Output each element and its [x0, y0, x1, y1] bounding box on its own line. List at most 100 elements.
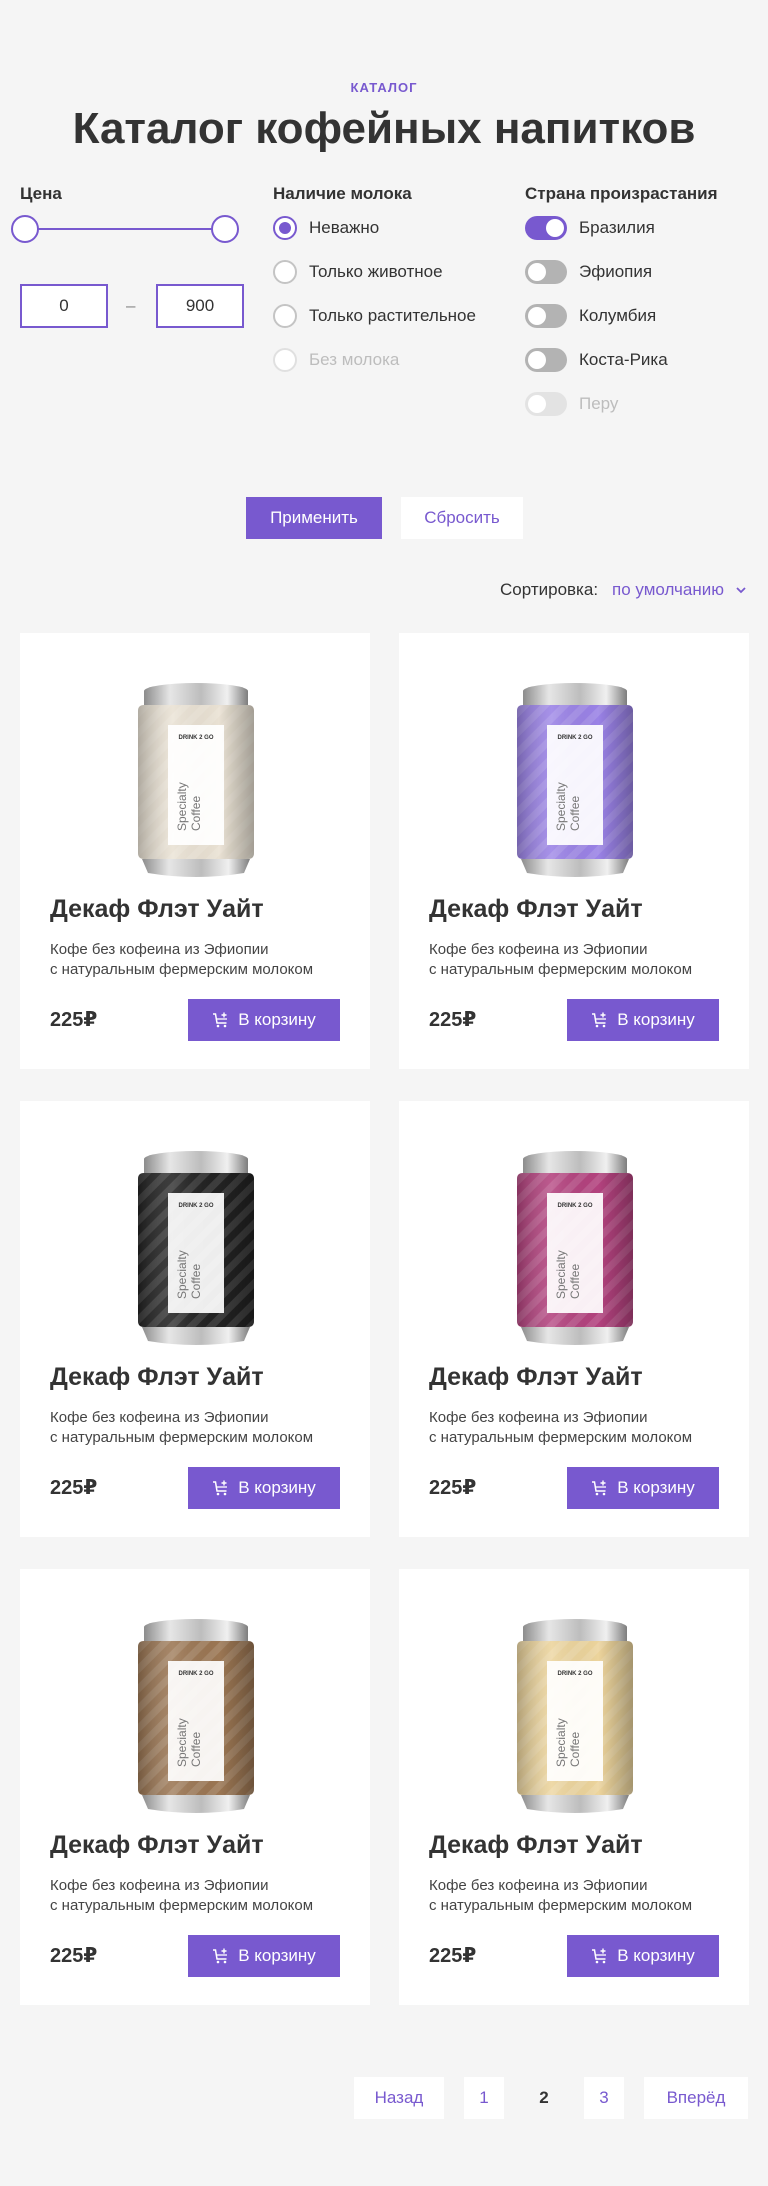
- add-to-cart-button[interactable]: В корзину: [567, 1935, 719, 1977]
- can-label-line1: Specialty: [554, 1718, 568, 1767]
- product-price: 225₽: [429, 1945, 477, 1967]
- price-range-max-thumb[interactable]: [211, 215, 239, 243]
- product-name: Декаф Флэт Уайт: [50, 895, 264, 923]
- product-description-line: с натуральным фермерским молоком: [50, 1897, 314, 1914]
- can-brand-text: DRINK 2 GO: [557, 735, 592, 741]
- product-description: Кофе без кофеина из Эфиопии с натуральны…: [50, 1408, 313, 1448]
- price-max-input[interactable]: 900: [156, 284, 244, 328]
- add-to-cart-label: В корзину: [617, 1478, 695, 1497]
- sort-value: по умолчанию: [612, 580, 724, 599]
- country-option-1[interactable]: Эфиопия: [525, 260, 652, 284]
- product-description-line: Кофе без кофеина из Эфиопии: [429, 1409, 648, 1426]
- product-image: DRINK 2 GO Specialty Coffee: [505, 1617, 645, 1817]
- pagination-page-1[interactable]: 1: [464, 2077, 504, 2119]
- pagination-page-2-current: 2: [539, 2088, 549, 2107]
- country-option-3[interactable]: Коста-Рика: [525, 348, 668, 372]
- can-brand-text: DRINK 2 GO: [178, 735, 213, 741]
- milk-option-0[interactable]: Неважно: [273, 216, 379, 240]
- sort-dropdown[interactable]: по умолчанию: [612, 580, 746, 600]
- product-description: Кофе без кофеина из Эфиопии с натуральны…: [50, 940, 313, 980]
- sort-control: Сортировка: по умолчанию: [500, 580, 746, 600]
- country-option-label: Колумбия: [579, 306, 657, 325]
- pagination-page-3[interactable]: 3: [584, 2077, 624, 2119]
- can-label-line1: Specialty: [554, 1250, 568, 1299]
- can-label-line1: Specialty: [554, 782, 568, 831]
- milk-option-label: Только растительное: [309, 306, 476, 325]
- product-price: 225₽: [50, 1477, 98, 1499]
- pagination-prev-button[interactable]: Назад: [354, 2077, 444, 2119]
- price-range-track[interactable]: [25, 228, 225, 230]
- toggle-switch[interactable]: [525, 260, 567, 284]
- can-brand-text: DRINK 2 GO: [178, 1203, 213, 1209]
- product-card[interactable]: DRINK 2 GO Specialty Coffee Декаф Флэт У…: [20, 1101, 370, 1537]
- product-description-line: Кофе без кофеина из Эфиопии: [50, 941, 269, 958]
- milk-option-3: Без молока: [273, 348, 399, 372]
- milk-option-1[interactable]: Только животное: [273, 260, 443, 284]
- product-description-line: с натуральным фермерским молоком: [429, 1897, 693, 1914]
- product-card[interactable]: DRINK 2 GO Specialty Coffee Декаф Флэт У…: [399, 1101, 749, 1537]
- cart-add-icon: [213, 1948, 228, 1964]
- milk-option-label: Только животное: [309, 262, 443, 281]
- product-description-line: Кофе без кофеина из Эфиопии: [429, 1877, 648, 1894]
- product-description-line: с натуральным фермерским молоком: [429, 1429, 693, 1446]
- add-to-cart-button[interactable]: В корзину: [567, 1467, 719, 1509]
- product-name: Декаф Флэт Уайт: [50, 1363, 264, 1391]
- can-label-line2: Coffee: [568, 796, 582, 831]
- reset-filters-button[interactable]: Сбросить: [401, 497, 523, 539]
- can-label-line2: Coffee: [568, 1732, 582, 1767]
- cart-add-icon: [592, 1948, 607, 1964]
- sort-label: Сортировка:: [500, 580, 599, 599]
- radio-button[interactable]: [273, 260, 297, 284]
- product-price: 225₽: [50, 1009, 98, 1031]
- coffee-can-image: DRINK 2 GO Specialty Coffee: [138, 683, 254, 877]
- product-description: Кофе без кофеина из Эфиопии с натуральны…: [50, 1876, 313, 1916]
- country-option-label: Бразилия: [579, 218, 655, 237]
- radio-button[interactable]: [273, 216, 297, 240]
- product-card[interactable]: DRINK 2 GO Specialty Coffee Декаф Флэт У…: [399, 633, 749, 1069]
- add-to-cart-button[interactable]: В корзину: [188, 999, 340, 1041]
- milk-option-2[interactable]: Только растительное: [273, 304, 476, 328]
- coffee-can-image: DRINK 2 GO Specialty Coffee: [138, 1619, 254, 1813]
- price-min-input[interactable]: 0: [20, 284, 108, 328]
- product-image: DRINK 2 GO Specialty Coffee: [505, 681, 645, 881]
- coffee-can-image: DRINK 2 GO Specialty Coffee: [517, 1619, 633, 1813]
- toggle-switch[interactable]: [525, 216, 567, 240]
- product-name: Декаф Флэт Уайт: [429, 895, 643, 923]
- can-label-line2: Coffee: [189, 1732, 203, 1767]
- country-option-label: Коста-Рика: [579, 350, 668, 369]
- milk-option-label: Без молока: [309, 350, 400, 369]
- milk-filter-heading: Наличие молока: [273, 184, 412, 203]
- toggle-switch[interactable]: [525, 304, 567, 328]
- pagination-next-button[interactable]: Вперёд: [644, 2077, 748, 2119]
- radio-button[interactable]: [273, 304, 297, 328]
- coffee-can-image: DRINK 2 GO Specialty Coffee: [517, 1151, 633, 1345]
- country-option-4: Перу: [525, 392, 618, 416]
- product-image: DRINK 2 GO Specialty Coffee: [126, 1617, 266, 1817]
- add-to-cart-button[interactable]: В корзину: [567, 999, 719, 1041]
- product-description: Кофе без кофеина из Эфиопии с натуральны…: [429, 940, 692, 980]
- product-card[interactable]: DRINK 2 GO Specialty Coffee Декаф Флэт У…: [399, 1569, 749, 2005]
- product-image: DRINK 2 GO Specialty Coffee: [126, 1149, 266, 1349]
- product-name: Декаф Флэт Уайт: [429, 1363, 643, 1391]
- country-option-0[interactable]: Бразилия: [525, 216, 655, 240]
- add-to-cart-button[interactable]: В корзину: [188, 1467, 340, 1509]
- can-label-line2: Coffee: [189, 796, 203, 831]
- add-to-cart-label: В корзину: [617, 1010, 695, 1029]
- price-separator: –: [126, 296, 136, 315]
- can-label-line2: Coffee: [568, 1264, 582, 1299]
- product-name: Декаф Флэт Уайт: [50, 1831, 264, 1859]
- country-option-2[interactable]: Колумбия: [525, 304, 656, 328]
- add-to-cart-button[interactable]: В корзину: [188, 1935, 340, 1977]
- product-card[interactable]: DRINK 2 GO Specialty Coffee Декаф Флэт У…: [20, 1569, 370, 2005]
- apply-filters-button[interactable]: Применить: [246, 497, 382, 539]
- add-to-cart-label: В корзину: [617, 1946, 695, 1965]
- chevron-down-icon: [736, 586, 746, 593]
- can-label-line2: Coffee: [189, 1264, 203, 1299]
- can-label-line1: Specialty: [175, 782, 189, 831]
- toggle-switch[interactable]: [525, 348, 567, 372]
- price-range-min-thumb[interactable]: [11, 215, 39, 243]
- price-filter-heading: Цена: [20, 184, 62, 203]
- country-option-label: Эфиопия: [579, 262, 653, 281]
- product-description: Кофе без кофеина из Эфиопии с натуральны…: [429, 1408, 692, 1448]
- product-card[interactable]: DRINK 2 GO Specialty Coffee Декаф Флэт У…: [20, 633, 370, 1069]
